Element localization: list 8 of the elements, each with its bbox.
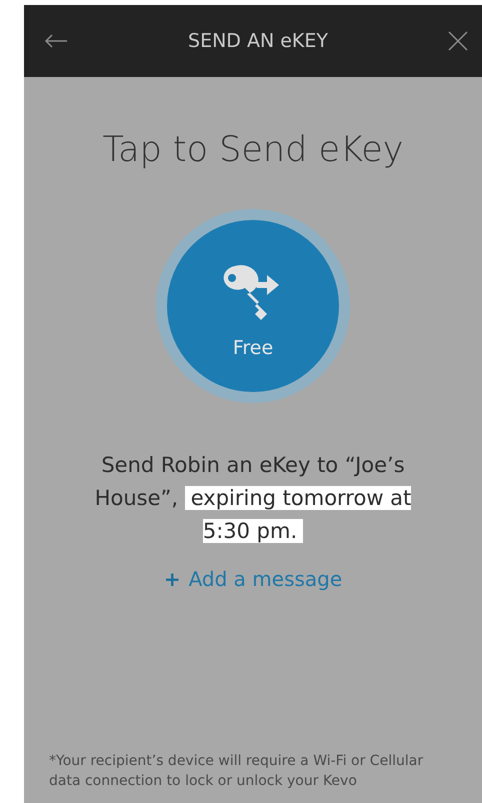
screen-title: SEND AN eKEY bbox=[188, 28, 328, 54]
add-message-link[interactable]: + Add a message bbox=[164, 564, 342, 594]
back-arrow-icon[interactable] bbox=[44, 34, 68, 48]
ekey-summary-text: Send Robin an eKey to “Joe’s House”, expiring tomorrow at 5:30 pm. bbox=[94, 452, 412, 545]
connection-footnote: *Your recipient’s device will require a Wi-Fi or Cellular data connection to lock or unlock your Kevo bbox=[48, 752, 424, 791]
page-heading: Tap to Send eKey bbox=[102, 129, 404, 171]
send-ekey-button[interactable]: Free bbox=[167, 220, 339, 392]
close-icon[interactable] bbox=[448, 31, 468, 51]
